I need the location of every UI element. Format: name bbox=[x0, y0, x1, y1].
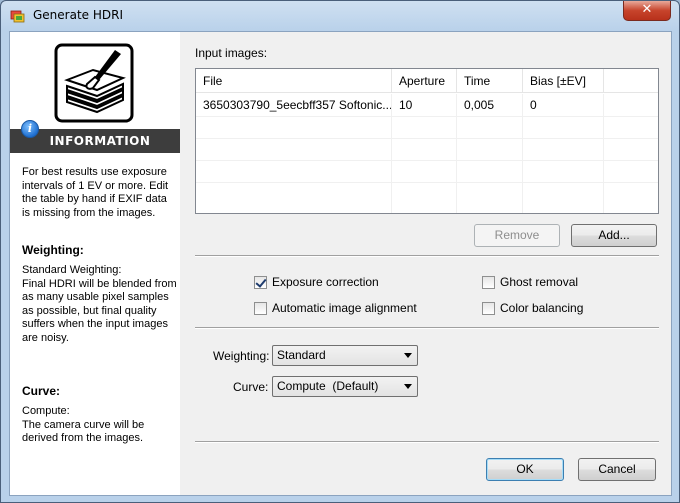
weighting-label: Weighting: bbox=[213, 349, 270, 363]
column-filler bbox=[604, 69, 658, 93]
exposure-correction-checkbox[interactable] bbox=[254, 276, 267, 289]
window-title: Generate HDRI bbox=[33, 8, 123, 22]
cell-time[interactable]: 0,005 bbox=[457, 94, 523, 116]
cancel-button[interactable]: Cancel bbox=[578, 458, 656, 481]
cell-aperture[interactable]: 10 bbox=[392, 94, 457, 116]
add-button[interactable]: Add... bbox=[571, 224, 657, 247]
empty-row bbox=[196, 138, 658, 160]
cell-file[interactable]: 3650303790_5eecbff357 Softonic... bbox=[196, 94, 392, 116]
input-images-table[interactable]: File Aperture Time Bias [±EV] 3650303790… bbox=[195, 68, 659, 214]
close-button[interactable]: ✕ bbox=[623, 1, 671, 21]
column-bias[interactable]: Bias [±EV] bbox=[523, 69, 604, 93]
separator bbox=[195, 441, 659, 443]
weighting-value: Standard bbox=[277, 348, 326, 362]
info-sidebar: INFORMATION i For best results use expos… bbox=[10, 32, 180, 495]
column-time[interactable]: Time bbox=[457, 69, 523, 93]
weighting-description: Standard Weighting: Final HDRI will be b… bbox=[22, 264, 177, 344]
intro-text: For best results use exposure intervals … bbox=[22, 166, 169, 219]
weighting-select[interactable]: Standard bbox=[272, 345, 418, 366]
ok-button[interactable]: OK bbox=[486, 458, 564, 481]
ghost-removal-label[interactable]: Ghost removal bbox=[500, 275, 578, 289]
grid-line bbox=[603, 94, 604, 213]
table-row[interactable]: 3650303790_5eecbff357 Softonic... 10 0,0… bbox=[196, 94, 658, 116]
input-images-label: Input images: bbox=[195, 46, 268, 60]
ghost-removal-checkbox[interactable] bbox=[482, 276, 495, 289]
grid-line bbox=[456, 94, 457, 213]
exposure-correction-label[interactable]: Exposure correction bbox=[272, 275, 379, 289]
grid-line bbox=[522, 94, 523, 213]
app-icon bbox=[10, 10, 25, 23]
grid-line bbox=[391, 94, 392, 213]
color-balancing-checkbox[interactable] bbox=[482, 302, 495, 315]
curve-select[interactable]: Compute (Default) bbox=[272, 376, 418, 397]
column-aperture[interactable]: Aperture bbox=[392, 69, 457, 93]
main-panel: Input images: File Aperture Time Bias [±… bbox=[180, 32, 673, 495]
automatic-alignment-label[interactable]: Automatic image alignment bbox=[272, 301, 417, 315]
title-bar[interactable]: Generate HDRI ✕ bbox=[1, 1, 679, 31]
color-balancing-label[interactable]: Color balancing bbox=[500, 301, 583, 315]
empty-row bbox=[196, 182, 658, 204]
automatic-alignment-checkbox[interactable] bbox=[254, 302, 267, 315]
separator bbox=[195, 327, 659, 329]
empty-row bbox=[196, 160, 658, 182]
curve-heading: Curve: bbox=[22, 384, 61, 398]
column-file[interactable]: File bbox=[196, 69, 392, 93]
chevron-down-icon bbox=[404, 384, 412, 389]
curve-label: Curve: bbox=[233, 380, 269, 394]
table-header: File Aperture Time Bias [±EV] bbox=[196, 69, 658, 93]
weighting-heading: Weighting: bbox=[22, 243, 84, 257]
info-icon: i bbox=[21, 120, 39, 138]
curve-description: Compute: The camera curve will be derive… bbox=[22, 405, 145, 444]
curve-value: Compute (Default) bbox=[277, 379, 379, 393]
separator bbox=[195, 255, 659, 257]
cell-bias[interactable]: 0 bbox=[523, 94, 604, 116]
paintbrush-logo-icon bbox=[54, 43, 134, 123]
dialog-client: INFORMATION i For best results use expos… bbox=[9, 31, 672, 496]
remove-button[interactable]: Remove bbox=[474, 224, 560, 247]
empty-row bbox=[196, 116, 658, 138]
dialog-window: Generate HDRI ✕ INFORMATION i For best r… bbox=[0, 0, 680, 503]
chevron-down-icon bbox=[404, 353, 412, 358]
